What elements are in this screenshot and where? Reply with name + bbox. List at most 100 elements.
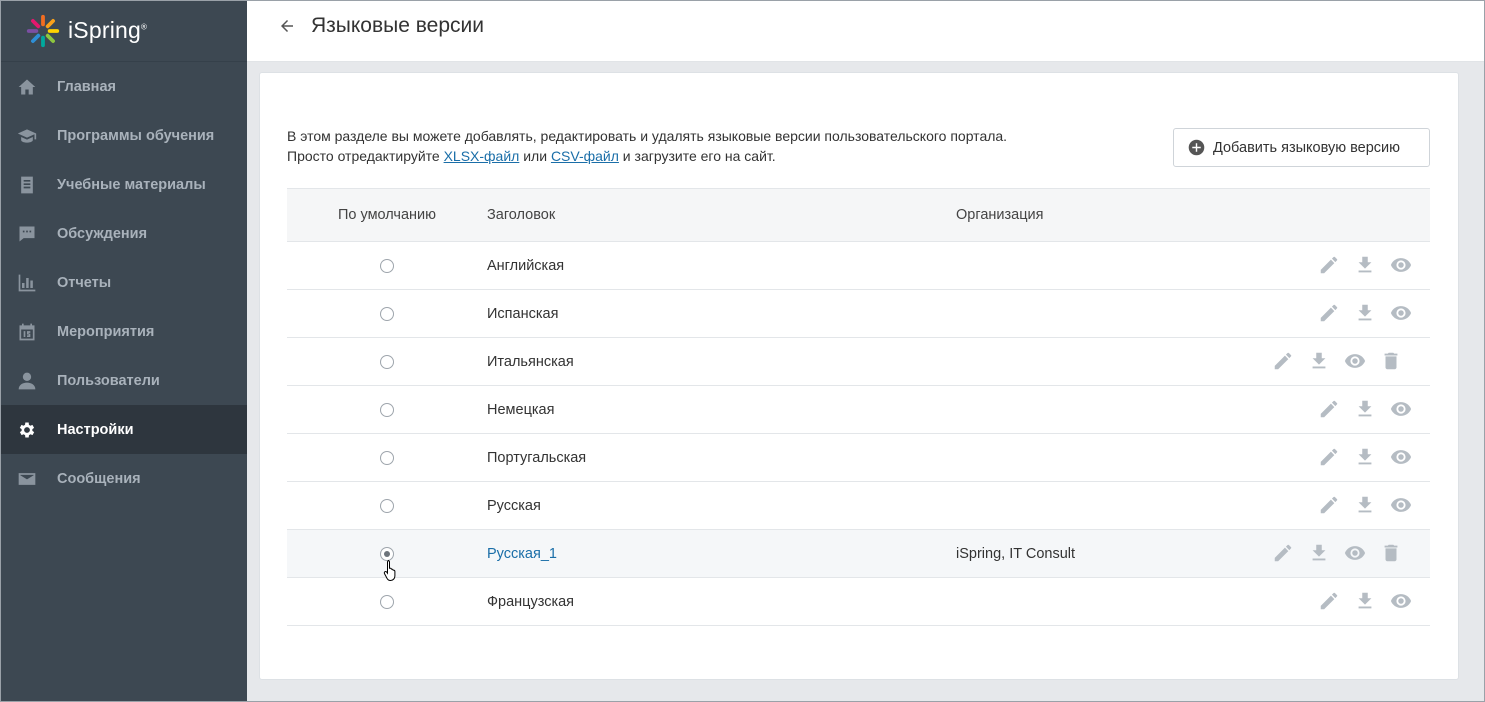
description-line-2: Просто отредактируйте XLSX-файл или CSV-… xyxy=(287,147,776,164)
page-title: Языковые версии xyxy=(311,13,484,37)
description: В этом разделе вы можете добавлять, реда… xyxy=(287,127,1007,166)
default-cell xyxy=(287,434,487,482)
logo[interactable]: iSpring® xyxy=(0,0,247,62)
download-icon[interactable] xyxy=(1306,350,1330,374)
add-button-label: Добавить языковую версию xyxy=(1213,139,1401,156)
language-title[interactable]: Русская_1 xyxy=(487,546,557,562)
default-radio[interactable] xyxy=(380,450,394,465)
language-title: Немецкая xyxy=(487,401,555,418)
default-cell xyxy=(287,290,487,338)
description-line-1: В этом разделе вы можете добавлять, реда… xyxy=(287,128,1008,144)
title-cell: Немецкая xyxy=(487,386,956,434)
preview-eye-icon[interactable] xyxy=(1388,302,1412,326)
download-icon[interactable] xyxy=(1306,542,1330,566)
xlsx-file-link[interactable]: XLSX-файл xyxy=(444,148,520,164)
actions-cell xyxy=(1256,338,1430,386)
title-cell: Русская xyxy=(487,482,956,530)
sidebar-item-home[interactable]: Главная xyxy=(0,62,247,111)
table-row: Русская_1 iSpring, IT Consult xyxy=(287,529,1430,578)
language-title: Португальская xyxy=(487,449,587,466)
preview-eye-icon[interactable] xyxy=(1388,446,1412,470)
language-title: Английская xyxy=(487,257,565,274)
add-language-version-button[interactable]: Добавить языковую версию xyxy=(1173,128,1430,167)
actions-cell xyxy=(1256,434,1430,482)
plus-circle-icon xyxy=(1188,139,1205,156)
title-cell: Испанская xyxy=(487,290,956,338)
ispring-flower-icon xyxy=(26,14,60,47)
preview-eye-icon[interactable] xyxy=(1388,494,1412,518)
actions-cell xyxy=(1256,386,1430,434)
actions-cell xyxy=(1256,578,1430,626)
sidebar-item-messages[interactable]: Сообщения xyxy=(0,454,247,503)
default-radio[interactable] xyxy=(380,402,394,417)
edit-pencil-icon[interactable] xyxy=(1316,590,1340,614)
org-cell xyxy=(956,338,1256,386)
sidebar-item-users[interactable]: Пользователи xyxy=(0,356,247,405)
preview-eye-icon[interactable] xyxy=(1388,590,1412,614)
column-header-actions xyxy=(1256,189,1430,242)
org-cell xyxy=(956,482,1256,530)
actions-cell xyxy=(1256,530,1430,578)
default-radio[interactable] xyxy=(380,354,394,369)
sidebar-item-label: Настройки xyxy=(57,421,134,438)
default-radio[interactable] xyxy=(380,258,394,273)
back-button[interactable] xyxy=(276,15,298,37)
sidebar-item-label: Сообщения xyxy=(57,470,141,487)
gear-icon xyxy=(16,419,38,441)
sidebar-item-label: Главная xyxy=(57,78,116,95)
title-cell: Русская_1 xyxy=(487,530,956,578)
csv-file-link[interactable]: CSV-файл xyxy=(551,148,619,164)
edit-pencil-icon[interactable] xyxy=(1316,446,1340,470)
edit-pencil-icon[interactable] xyxy=(1316,494,1340,518)
default-cell xyxy=(287,338,487,386)
preview-eye-icon[interactable] xyxy=(1388,254,1412,278)
table-row: Французская xyxy=(287,577,1430,626)
bar-chart-icon xyxy=(16,272,38,294)
language-title: Русская xyxy=(487,497,541,514)
column-header-default: По умолчанию xyxy=(337,207,437,223)
title-cell: Французская xyxy=(487,578,956,626)
title-cell: Итальянская xyxy=(487,338,956,386)
sidebar-item-discussions[interactable]: Обсуждения xyxy=(0,209,247,258)
sidebar-item-events[interactable]: Мероприятия xyxy=(0,307,247,356)
download-icon[interactable] xyxy=(1352,494,1376,518)
delete-trash-icon[interactable] xyxy=(1378,542,1402,566)
sidebar-item-programs[interactable]: Программы обучения xyxy=(0,111,247,160)
download-icon[interactable] xyxy=(1352,446,1376,470)
org-cell xyxy=(956,290,1256,338)
default-radio[interactable] xyxy=(380,594,394,609)
edit-pencil-icon[interactable] xyxy=(1270,350,1294,374)
edit-pencil-icon[interactable] xyxy=(1316,398,1340,422)
edit-pencil-icon[interactable] xyxy=(1316,302,1340,326)
download-icon[interactable] xyxy=(1352,302,1376,326)
home-icon xyxy=(16,76,38,98)
download-icon[interactable] xyxy=(1352,398,1376,422)
sidebar-item-settings[interactable]: Настройки xyxy=(0,405,247,454)
user-icon xyxy=(16,370,38,392)
preview-eye-icon[interactable] xyxy=(1342,542,1366,566)
edit-pencil-icon[interactable] xyxy=(1316,254,1340,278)
language-title: Французская xyxy=(487,593,575,610)
download-icon[interactable] xyxy=(1352,590,1376,614)
preview-eye-icon[interactable] xyxy=(1388,398,1412,422)
org-cell xyxy=(956,386,1256,434)
preview-eye-icon[interactable] xyxy=(1342,350,1366,374)
edit-pencil-icon[interactable] xyxy=(1270,542,1294,566)
sidebar: iSpring® Главная Программы обучения Учеб… xyxy=(0,0,247,702)
org-cell xyxy=(956,578,1256,626)
column-header-org: Организация xyxy=(956,207,1044,223)
default-cell xyxy=(287,386,487,434)
default-radio[interactable] xyxy=(380,498,394,513)
graduation-cap-icon xyxy=(16,125,38,147)
sidebar-item-label: Пользователи xyxy=(57,372,160,389)
content-card: В этом разделе вы можете добавлять, реда… xyxy=(259,72,1459,680)
title-cell: Английская xyxy=(487,242,956,290)
sidebar-item-materials[interactable]: Учебные материалы xyxy=(0,160,247,209)
sidebar-item-reports[interactable]: Отчеты xyxy=(0,258,247,307)
delete-trash-icon[interactable] xyxy=(1378,350,1402,374)
download-icon[interactable] xyxy=(1352,254,1376,278)
org-cell: iSpring, IT Consult xyxy=(956,530,1256,578)
default-radio[interactable] xyxy=(380,306,394,321)
table-row: Немецкая xyxy=(287,385,1430,434)
page-header: Языковые версии xyxy=(247,0,1485,62)
